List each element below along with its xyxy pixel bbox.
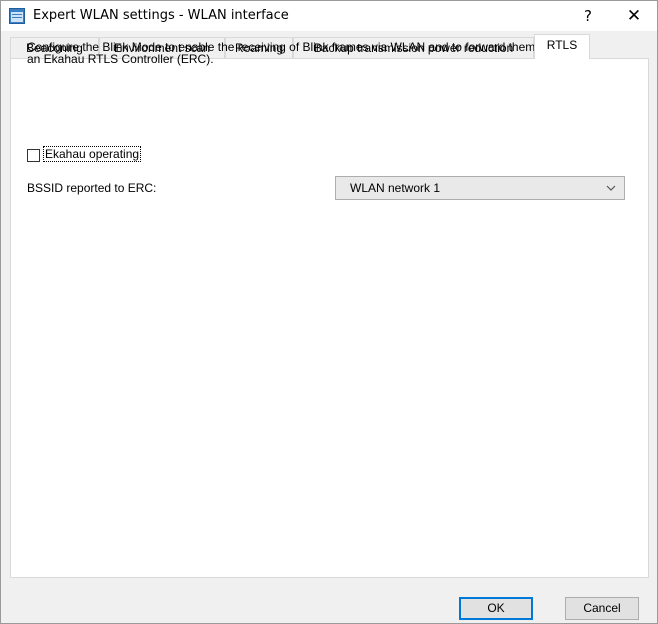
help-button[interactable]: ? [565,1,611,31]
app-window-icon [9,8,25,24]
title-bar[interactable]: Expert WLAN settings - WLAN interface ? … [1,1,657,31]
window-title: Expert WLAN settings - WLAN interface [33,8,289,23]
bssid-select-value: WLAN network 1 [350,181,441,195]
bssid-select[interactable]: WLAN network 1 [335,176,625,200]
cancel-button[interactable]: Cancel [565,597,639,620]
dialog-window: Expert WLAN settings - WLAN interface ? … [0,0,658,624]
chevron-down-icon [606,185,616,191]
ekahau-operating-checkbox[interactable] [27,149,40,162]
ok-button[interactable]: OK [459,597,533,620]
ekahau-operating-label[interactable]: Ekahau operating [42,146,142,162]
tab-rtls[interactable]: RTLS [534,34,590,59]
close-button[interactable]: ✕ [611,1,657,31]
bssid-reported-label: BSSID reported to ERC: [27,181,157,195]
rtls-tab-panel [10,58,649,578]
